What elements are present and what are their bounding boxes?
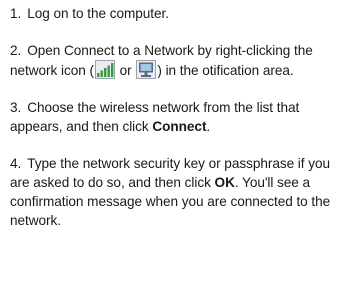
ok-label: OK <box>214 175 235 190</box>
step-4: 4. Type the network security key or passp… <box>10 154 350 230</box>
step-number: 3. <box>10 100 22 115</box>
step-text-or: or <box>115 63 136 78</box>
step-number: 4. <box>10 156 22 171</box>
step-number: 2. <box>10 43 22 58</box>
wired-network-computer-icon <box>136 60 157 79</box>
wireless-signal-bars-icon <box>94 60 115 79</box>
connect-label: Connect <box>152 119 207 134</box>
instructions-document: 1. Log on to the computer. 2. Open Connect… <box>10 4 350 230</box>
step-1: 1. Log on to the computer. <box>10 4 350 23</box>
step-number: 1. <box>10 6 22 21</box>
step-3: 3. Choose the wireless network from the l… <box>10 98 350 136</box>
step-2: 2. Open Connect to a Network by right-cli… <box>10 41 350 80</box>
step-text: Log on to the computer. <box>27 6 169 21</box>
step-text: . <box>206 119 211 134</box>
step-text: ) in the otification area. <box>157 63 294 78</box>
